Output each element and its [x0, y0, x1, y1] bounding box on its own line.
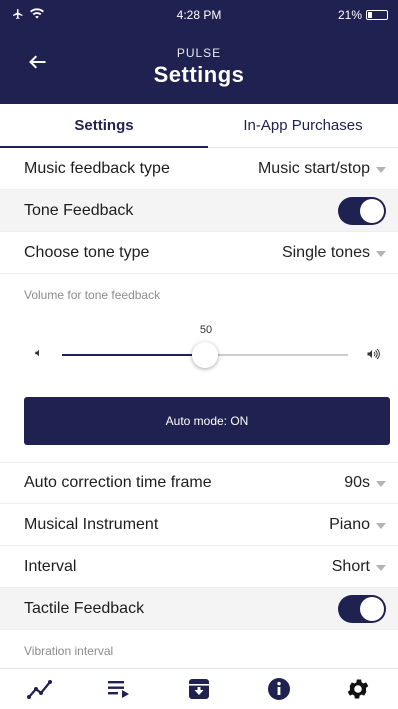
tab-in-app-purchases[interactable]: In-App Purchases — [208, 104, 398, 148]
interval-value: Short — [331, 557, 370, 575]
tactile-feedback-toggle[interactable] — [338, 594, 386, 623]
auto-correction-label: Auto correction time frame — [24, 474, 212, 491]
tone-feedback-row: Tone Feedback — [0, 190, 398, 232]
tone-type-value: Single tones — [281, 243, 370, 261]
volume-slider-handle[interactable] — [192, 342, 218, 368]
volume-high-icon — [366, 348, 382, 363]
status-bar: 4:28 PM 21% — [0, 0, 398, 28]
playlist-icon[interactable] — [105, 675, 133, 703]
instrument-select[interactable]: Piano — [329, 516, 386, 534]
volume-slider[interactable] — [62, 342, 348, 368]
tactile-feedback-row: Tactile Feedback — [0, 588, 398, 630]
nav-header: PULSE Settings — [0, 28, 398, 104]
volume-section: Volume for tone feedback 50 Auto mode: O… — [0, 282, 398, 462]
music-feedback-select[interactable]: Music start/stop — [258, 160, 386, 178]
toggle-knob — [360, 198, 384, 223]
battery-percent: 21% — [337, 8, 362, 22]
status-right: 21% — [338, 8, 388, 22]
auto-correction-select[interactable]: 90s — [344, 474, 386, 492]
dropdown-caret-icon — [376, 564, 386, 571]
volume-label: Volume for tone feedback — [24, 288, 161, 302]
toggle-knob — [360, 596, 384, 621]
bottom-tab-bar — [0, 668, 398, 709]
app-name: PULSE — [176, 46, 222, 60]
tactile-feedback-label: Tactile Feedback — [24, 599, 145, 617]
vibration-interval-label: Vibration interval — [24, 644, 114, 658]
tone-feedback-toggle[interactable] — [338, 196, 386, 225]
interval-select[interactable]: Short — [332, 558, 386, 576]
music-feedback-label: Music feedback type — [24, 159, 170, 177]
tone-type-select[interactable]: Single tones — [282, 244, 386, 262]
auto-correction-value: 90s — [344, 474, 370, 491]
music-feedback-row[interactable]: Music feedback type Music start/stop — [0, 148, 398, 190]
volume-low-icon — [34, 348, 44, 361]
dropdown-caret-icon — [376, 250, 386, 257]
auto-mode-button[interactable]: Auto mode: ON — [24, 397, 390, 445]
music-feedback-value: Music start/stop — [257, 159, 370, 177]
dropdown-caret-icon — [376, 481, 386, 487]
interval-row[interactable]: Interval Short — [0, 546, 398, 588]
dropdown-caret-icon — [376, 166, 386, 173]
volume-slider-fill — [62, 354, 205, 356]
tab-bar: Settings In-App Purchases — [0, 104, 398, 148]
page-title: Settings — [153, 62, 245, 87]
interval-label: Interval — [24, 557, 77, 575]
chart-line-icon[interactable] — [26, 675, 54, 703]
tone-type-label: Choose tone type — [24, 243, 150, 261]
instrument-value: Piano — [329, 515, 370, 533]
info-icon[interactable] — [265, 675, 293, 703]
battery-icon — [366, 10, 388, 20]
gear-icon[interactable] — [344, 675, 372, 703]
volume-value: 50 — [199, 324, 213, 336]
auto-correction-row[interactable]: Auto correction time frame 90s — [0, 462, 398, 504]
archive-icon[interactable] — [185, 675, 213, 703]
instrument-row[interactable]: Musical Instrument Piano — [0, 504, 398, 546]
dropdown-caret-icon — [376, 522, 386, 529]
tab-settings[interactable]: Settings — [0, 104, 208, 148]
instrument-label: Musical Instrument — [24, 515, 159, 533]
tone-type-row[interactable]: Choose tone type Single tones — [0, 232, 398, 274]
tone-feedback-label: Tone Feedback — [24, 201, 134, 219]
